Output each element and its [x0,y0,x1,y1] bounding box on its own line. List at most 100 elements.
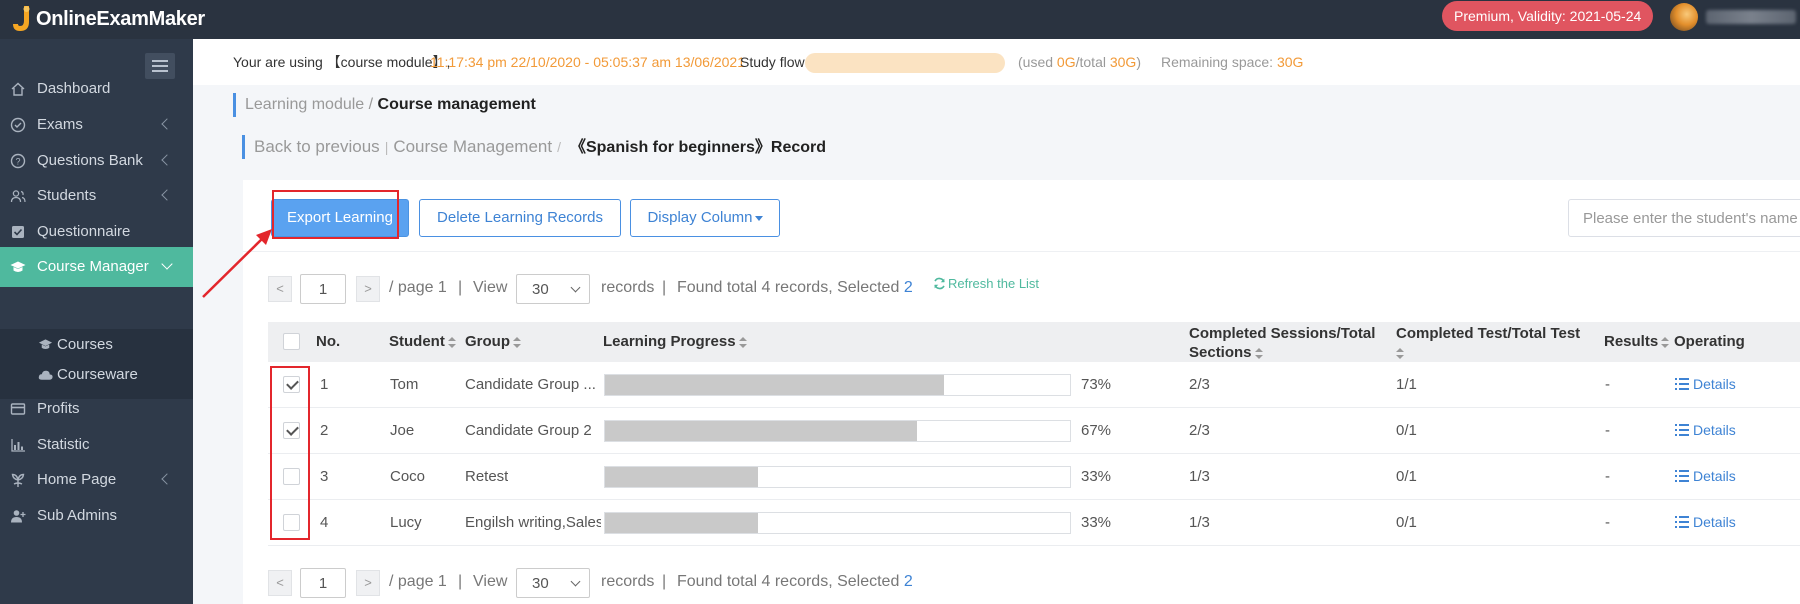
row-no: 3 [320,468,329,485]
details-link[interactable]: Details [1675,376,1736,392]
usage-info-bar: Your are using 【course module】, 11:17:34… [193,39,1800,85]
sidebar-item-students[interactable]: Students [0,176,193,216]
graduation-cap-icon [10,261,26,272]
sort-icon [513,336,521,348]
chevron-left-icon [161,189,173,201]
row-sessions: 2/3 [1189,422,1210,439]
details-link[interactable]: Details [1675,514,1736,530]
next-page-button[interactable]: > [356,570,380,596]
progress-fill [605,467,759,487]
remaining-space: Remaining space: 30G [1161,54,1304,70]
col-student[interactable]: Student [389,333,456,350]
display-column-dropdown[interactable]: Display Column [630,199,780,237]
sort-icon [447,336,456,348]
sidebar-item-label: Home Page [37,471,117,488]
progress-bar [604,512,1071,534]
sidebar-subitem-courses[interactable]: Courses [0,329,193,361]
username-blurred[interactable] [1706,10,1796,24]
page-count: / page 1 [389,573,447,590]
sidebar-item-exams[interactable]: Exams [0,105,193,145]
breadcrumb: Learning module / Course management [233,93,536,117]
progress-bar [604,374,1071,396]
app-logo[interactable]: OnlineExamMaker [10,4,205,34]
sidebar-item-dashboard[interactable]: Dashboard [0,69,193,109]
row-tests: 1/1 [1396,376,1417,393]
sidebar-item-label: Questionnaire [37,223,131,240]
storage-usage: (used 0G/total 30G) [1018,54,1141,70]
row-progress-percent: 67% [1081,422,1112,439]
chevron-down-icon [570,282,581,293]
col-group[interactable]: Group [465,333,521,350]
sidebar-item-course-manager[interactable]: Course Manager [0,247,193,287]
page-count: / page 1 [389,279,447,296]
sidebar-item-label: Sub Admins [37,507,118,524]
col-progress[interactable]: Learning Progress [603,333,747,350]
student-search-input[interactable] [1568,199,1800,237]
page-input[interactable]: 1 [300,274,346,304]
row-tests: 0/1 [1396,422,1417,439]
graduation-cap-icon [38,339,53,349]
sidebar-item-statistic[interactable]: Statistic [0,425,193,465]
table-row[interactable]: 1 Tom Candidate Group ... 73% 2/3 1/1 - Details [268,362,1800,408]
sidebar-subitem-label: Courses [57,336,113,353]
study-flow-label: Study flow: [740,54,809,70]
sidebar-item-label: Exams [37,116,83,133]
details-link[interactable]: Details [1675,422,1736,438]
progress-bar [604,420,1071,442]
row-results: - [1605,514,1610,531]
col-sessions[interactable]: Completed Sessions/Total Sections [1189,324,1375,362]
view-label: View [473,279,508,296]
records-summary: Found total 4 records, Selected 2 [677,573,913,590]
table-row[interactable]: 2 Joe Candidate Group 2 67% 2/3 0/1 - Details [268,408,1800,454]
checkbox-highlight-box [270,366,310,540]
select-all-checkbox[interactable] [283,333,300,350]
row-progress-percent: 33% [1081,468,1112,485]
col-tests[interactable]: Completed Test/Total Test [1396,324,1580,362]
breadcrumb-parent[interactable]: Learning module / [245,96,373,113]
caret-down-icon [754,215,763,221]
per-page-select[interactable]: 30 [516,274,590,304]
sidebar-item-label: Statistic [37,436,90,453]
row-no: 2 [320,422,329,439]
sidebar-item-questions-bank[interactable]: ? Questions Bank [0,141,193,181]
table-row[interactable]: 3 Coco Retest 33% 1/3 0/1 - Details [268,454,1800,500]
sort-icon [1661,336,1670,348]
page-input[interactable]: 1 [300,568,346,598]
sidebar-subitem-courseware[interactable]: Courseware [0,359,193,391]
chevron-left-icon [161,154,173,166]
course-submenu: Courses Courseware [0,329,193,399]
delete-records-button[interactable]: Delete Learning Records [419,199,621,237]
row-progress-percent: 73% [1081,376,1112,393]
col-results[interactable]: Results [1604,333,1670,350]
records-summary: Found total 4 records, Selected 2 [677,279,913,296]
avatar[interactable] [1670,3,1698,31]
sidebar-item-label: Questions Bank [37,152,143,169]
records-label: records [601,573,655,590]
users-icon [10,190,26,203]
details-link[interactable]: Details [1675,468,1736,484]
top-bar: OnlineExamMaker Premium, Validity: 2021-… [0,0,1800,39]
cloud-icon [38,370,53,380]
row-student: Tom [390,376,419,393]
sidebar-item-questionnaire[interactable]: Questionnaire [0,212,193,252]
next-page-button[interactable]: > [356,276,380,302]
col-operating: Operating [1674,333,1745,350]
course-management-link[interactable]: Course Management [393,137,552,156]
refresh-icon [934,277,945,290]
table-row[interactable]: 4 Lucy Engilsh writing,Sales 33% 1/3 0/1 - Deta… [268,500,1800,546]
table-header: No. Student Group Learning Progress Comp… [268,322,1800,362]
sidebar-item-home-page[interactable]: Home Page [0,460,193,500]
per-page-select[interactable]: 30 [516,568,590,598]
back-to-previous-link[interactable]: Back to previous [254,137,380,156]
sidebar-subitem-label: Courseware [57,366,138,383]
row-student: Lucy [390,514,422,531]
refresh-list-button[interactable]: Refresh the List [933,276,1039,291]
record-title: 《Spanish for beginners》Record [569,139,827,156]
row-results: - [1605,422,1610,439]
checkbox-icon [12,226,24,238]
premium-badge[interactable]: Premium, Validity: 2021-05-24 [1442,1,1654,31]
prev-page-button[interactable]: < [268,570,292,596]
chevron-down-icon [570,576,581,587]
sidebar-item-sub-admins[interactable]: Sub Admins [0,496,193,536]
row-group: Retest [465,468,509,485]
